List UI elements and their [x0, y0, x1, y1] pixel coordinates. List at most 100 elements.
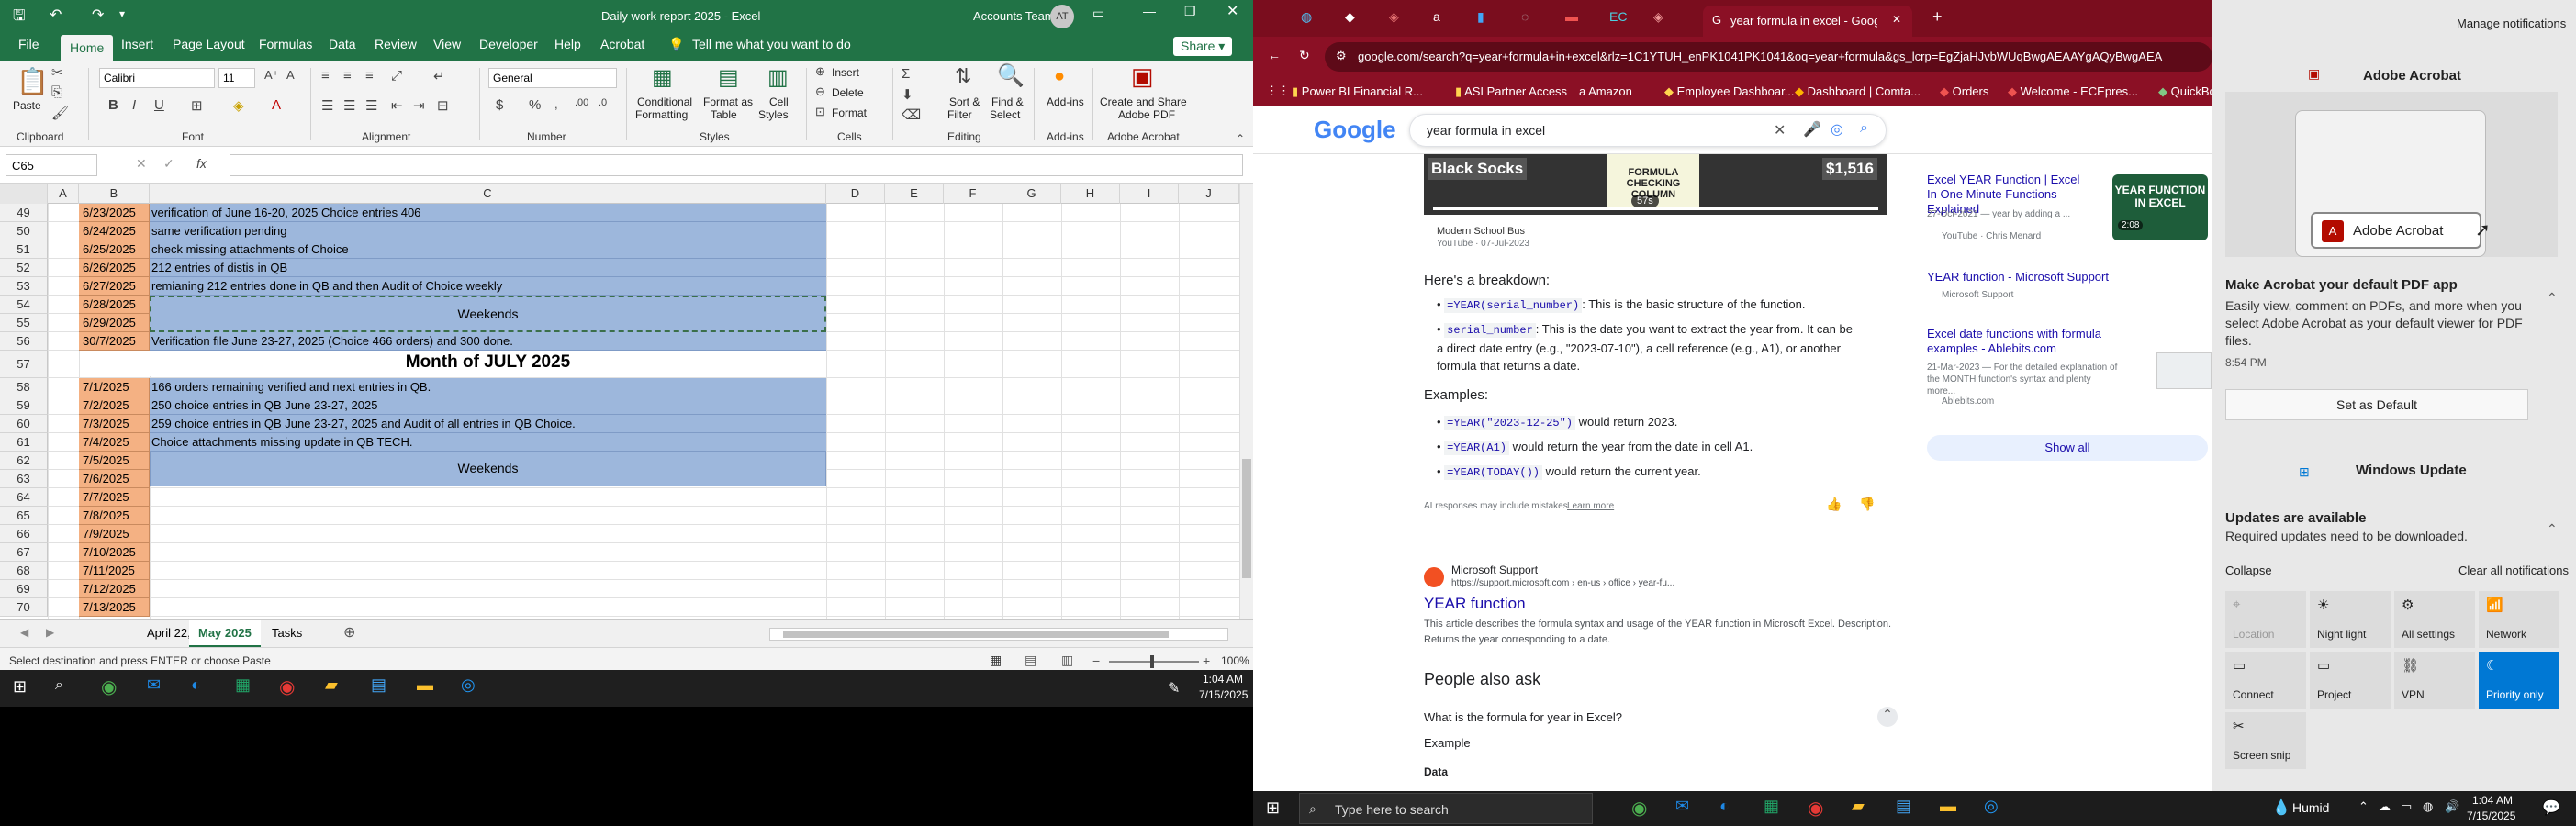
thumbs-up-icon[interactable]: 👍	[1826, 497, 1842, 512]
row-header[interactable]: 60	[0, 415, 48, 433]
column-header-c[interactable]: C	[150, 184, 826, 204]
paa-chevron-up-icon[interactable]: ⌃	[1877, 707, 1898, 727]
new-tab-icon[interactable]: +	[1932, 7, 1943, 27]
tell-me-input[interactable]: Tell me what you want to do	[692, 37, 851, 51]
notifications-icon[interactable]: 💬	[2542, 798, 2560, 817]
row-header[interactable]: 51	[0, 240, 48, 259]
result-title-link[interactable]: YEAR function	[1424, 595, 1526, 613]
format-as-table-icon[interactable]: ▤	[718, 64, 739, 91]
task-cell[interactable]: 166 orders remaining verified and next e…	[150, 378, 826, 396]
task-cell[interactable]: 250 choice entries in QB June 23-27, 202…	[150, 396, 826, 415]
italic-icon[interactable]: I	[132, 97, 136, 113]
date-cell[interactable]: 7/6/2025	[79, 470, 150, 488]
column-header-d[interactable]: D	[826, 184, 885, 204]
currency-icon[interactable]: $	[496, 97, 503, 113]
side-result-3-title[interactable]: Excel date functions with formula exampl…	[1927, 327, 2111, 356]
cloud-icon[interactable]: ☁	[2379, 799, 2391, 814]
normal-view-icon[interactable]: ▦	[990, 653, 1002, 668]
enter-formula-icon[interactable]: ✓	[163, 156, 174, 172]
autosum-icon[interactable]: Σ	[902, 66, 910, 82]
copy-icon[interactable]: ⎘	[51, 84, 62, 100]
page-layout-view-icon[interactable]: ▤	[1025, 653, 1036, 668]
date-cell[interactable]: 7/3/2025	[79, 415, 150, 433]
tab-page-layout[interactable]: Page Layout	[173, 37, 245, 51]
bookmark-7[interactable]: ◆ Welcome - ECEpres...	[2008, 84, 2138, 99]
quick-action-screen-snip[interactable]: ✂ Screen snip	[2225, 712, 2306, 769]
comma-icon[interactable]: ,	[554, 97, 558, 111]
date-cell[interactable]: 6/24/2025	[79, 222, 150, 240]
taskbar-search-box[interactable]: ⌕ Type here to search	[1299, 793, 1593, 824]
row-header[interactable]: 64	[0, 488, 48, 507]
worksheet-grid[interactable]: Weekends Month of JULY 2025 Weekends 49 6…	[0, 204, 1239, 620]
bookmark-8[interactable]: ◆ QuickBo	[2158, 84, 2212, 99]
decrease-indent-icon[interactable]: ⇤	[391, 97, 403, 114]
date-cell[interactable]: 7/5/2025	[79, 452, 150, 470]
tab-favicon-5-icon[interactable]: ▮	[1477, 9, 1484, 25]
select-label[interactable]: Select	[990, 108, 1020, 121]
site-info-icon[interactable]: ⚙	[1336, 49, 1347, 63]
increase-decimal-icon[interactable]: .00	[575, 97, 588, 108]
weekends-merged-cell-2[interactable]: Weekends	[150, 450, 826, 486]
page-break-view-icon[interactable]: ▥	[1061, 653, 1073, 668]
sort-label[interactable]: Sort &	[949, 95, 980, 108]
paste-icon[interactable]: 📋	[17, 66, 49, 96]
select-all-corner[interactable]	[0, 184, 48, 204]
font-size-select[interactable]: 11	[218, 68, 255, 88]
quick-action-night-light[interactable]: ☀ Night light	[2310, 591, 2391, 648]
column-header-i[interactable]: I	[1120, 184, 1179, 204]
row-header[interactable]: 50	[0, 222, 48, 240]
calculator-taskbar-icon[interactable]: ▤	[1896, 797, 1911, 816]
date-cell[interactable]: 7/4/2025	[79, 433, 150, 452]
battery-icon[interactable]: ▭	[2401, 799, 2412, 814]
tab-file[interactable]: File	[18, 37, 39, 51]
delete-label[interactable]: Delete	[832, 86, 864, 99]
adobe-pdf-icon[interactable]: ▣	[1131, 62, 1154, 91]
side-result-1-thumbnail[interactable]: YEAR FUNCTION IN EXCEL	[2112, 174, 2208, 240]
reload-icon[interactable]: ↻	[1299, 48, 1310, 63]
chrome-profile-app-icon[interactable]: ◉	[279, 675, 295, 698]
decrease-decimal-icon[interactable]: .0	[599, 97, 607, 108]
align-middle-icon[interactable]: ≡	[343, 68, 352, 84]
vertical-scrollbar-track[interactable]	[1239, 184, 1253, 620]
insert-label[interactable]: Insert	[832, 66, 859, 79]
font-color-icon[interactable]: A	[272, 97, 281, 113]
row-header[interactable]: 67	[0, 543, 48, 562]
column-header-a[interactable]: A	[48, 184, 79, 204]
acrobat-notification-image[interactable]: A Adobe Acrobat ➚	[2225, 92, 2558, 257]
sort-filter-icon[interactable]: ⇅	[955, 64, 971, 88]
tab-help[interactable]: Help	[554, 37, 581, 51]
quick-action-priority-only[interactable]: ☾ Priority only	[2479, 652, 2559, 709]
date-cell[interactable]: 7/11/2025	[79, 562, 150, 580]
conditional-formatting-icon[interactable]: ▦	[652, 64, 673, 91]
next-sheet-icon[interactable]: ▶	[46, 626, 54, 639]
zoom-in-icon[interactable]: +	[1203, 653, 1210, 668]
quick-action-network[interactable]: 📶 Network	[2479, 591, 2559, 648]
search-submit-icon[interactable]: ⌕	[1860, 120, 1868, 137]
borders-icon[interactable]: ⊞	[191, 97, 203, 114]
weather-icon[interactable]: 💧	[2272, 798, 2290, 817]
vertical-scrollbar-thumb[interactable]	[1242, 459, 1251, 578]
collapse-ribbon-icon[interactable]: ⌃	[1236, 132, 1245, 145]
video-progress-bar[interactable]	[1433, 207, 1878, 210]
back-icon[interactable]: ←	[1268, 48, 1281, 62]
date-cell[interactable]: 6/25/2025	[79, 240, 150, 259]
adobe-pdf-label[interactable]: Adobe PDF	[1118, 108, 1175, 121]
quick-action-all-settings[interactable]: ⚙ All settings	[2394, 591, 2475, 648]
set-as-default-button[interactable]: Set as Default	[2225, 389, 2528, 420]
increase-font-icon[interactable]: A⁺	[264, 68, 279, 83]
tab-acrobat[interactable]: Acrobat	[600, 37, 644, 51]
month-title-cell[interactable]: Month of JULY 2025	[150, 349, 826, 376]
row-header[interactable]: 65	[0, 507, 48, 525]
side-result-2-title[interactable]: YEAR function - Microsoft Support	[1927, 270, 2109, 284]
date-cell[interactable]: 6/29/2025	[79, 314, 150, 332]
learn-more-link[interactable]: Learn more	[1567, 501, 1614, 511]
edge-app-icon[interactable]: ◐	[191, 675, 201, 695]
side-result-2-source[interactable]: Microsoft Support	[1942, 290, 2013, 300]
cell-label[interactable]: Cell	[769, 95, 789, 108]
bookmark-4[interactable]: ◆ Employee Dashboar...	[1664, 84, 1795, 99]
share-button[interactable]: Share ▾	[1173, 37, 1233, 56]
tab-favicon-ec-icon[interactable]: EC	[1609, 9, 1627, 24]
date-cell[interactable]: 7/7/2025	[79, 488, 150, 507]
row-header[interactable]: 70	[0, 598, 48, 617]
chrome-taskbar-icon[interactable]: ◉	[1631, 797, 1647, 820]
